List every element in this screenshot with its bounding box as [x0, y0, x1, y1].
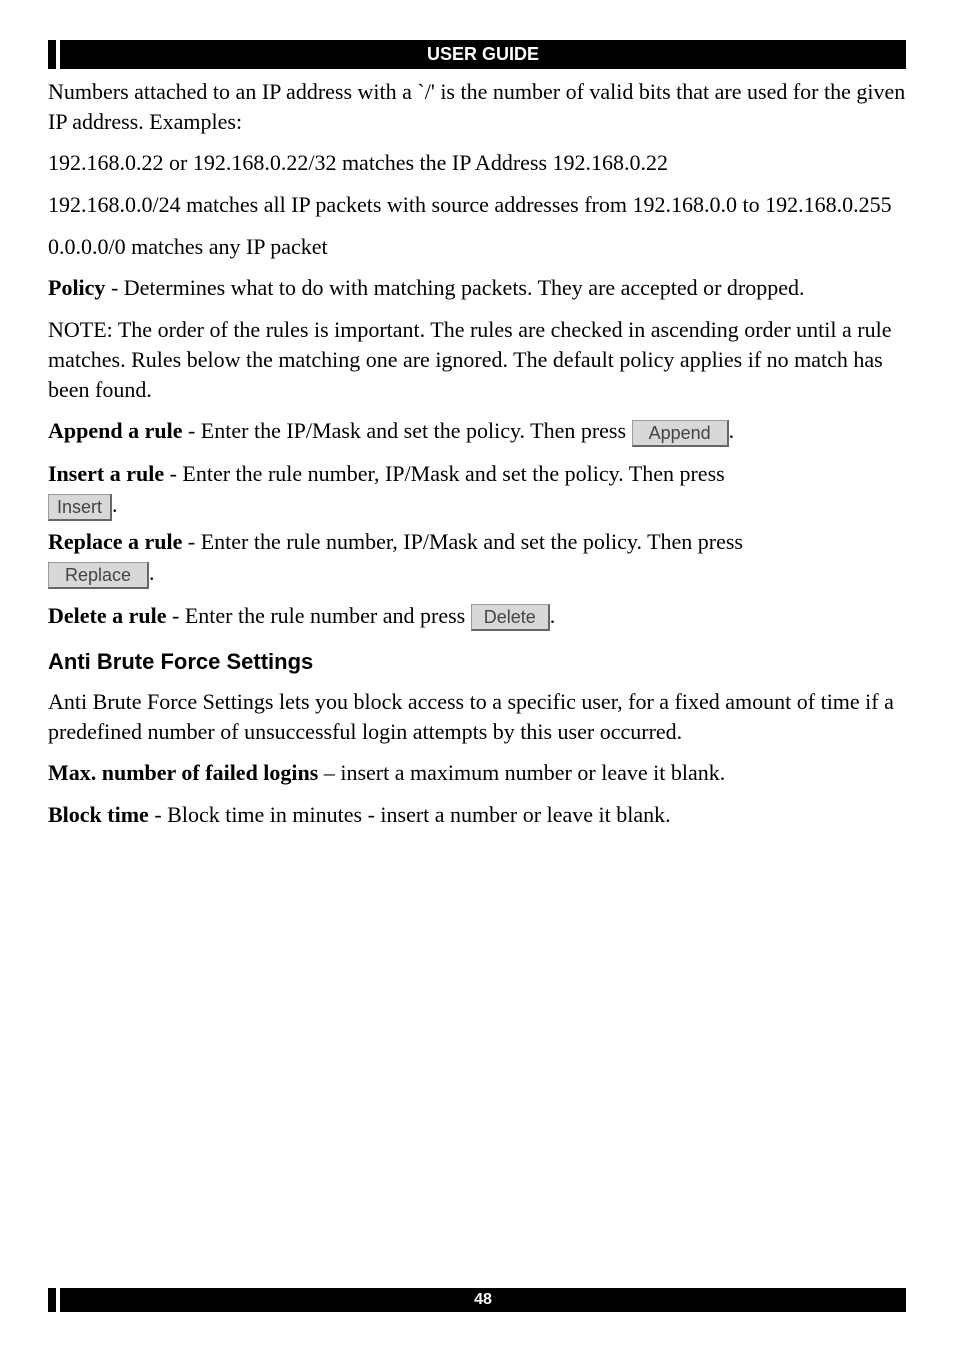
replace-button[interactable]: Replace — [48, 562, 149, 589]
max-failed-text: – insert a maximum number or leave it bl… — [318, 760, 725, 785]
policy-label: Policy — [48, 275, 105, 300]
paragraph-example-1: 192.168.0.22 or 192.168.0.22/32 matches … — [48, 148, 906, 178]
replace-rule-button-line: Replace. — [48, 558, 906, 588]
paragraph-valid-bits: Numbers attached to an IP address with a… — [48, 77, 906, 136]
paragraph-replace-rule: Replace a rule - Enter the rule number, … — [48, 527, 906, 557]
append-period: . — [729, 418, 735, 443]
insert-button[interactable]: Insert — [48, 494, 112, 521]
paragraph-example-3: 0.0.0.0/0 matches any IP packet — [48, 232, 906, 262]
paragraph-abf-intro: Anti Brute Force Settings lets you block… — [48, 687, 906, 746]
footer-bar: 48 — [48, 1288, 906, 1312]
delete-button[interactable]: Delete — [471, 604, 550, 631]
delete-rule-text: - Enter the rule number and press — [167, 603, 471, 628]
insert-period: . — [112, 492, 118, 517]
replace-rule-text: - Enter the rule number, IP/Mask and set… — [182, 529, 743, 554]
page-content: Numbers attached to an IP address with a… — [48, 77, 906, 830]
paragraph-policy: Policy - Determines what to do with matc… — [48, 273, 906, 303]
append-rule-label: Append a rule — [48, 418, 182, 443]
block-time-label: Block time — [48, 802, 149, 827]
paragraph-delete-rule: Delete a rule - Enter the rule number an… — [48, 601, 906, 631]
paragraph-insert-rule: Insert a rule - Enter the rule number, I… — [48, 459, 906, 489]
header-title: USER GUIDE — [60, 40, 906, 69]
header-edge — [48, 40, 56, 69]
delete-rule-label: Delete a rule — [48, 603, 167, 628]
replace-rule-label: Replace a rule — [48, 529, 182, 554]
max-failed-label: Max. number of failed logins — [48, 760, 318, 785]
footer-edge — [48, 1288, 56, 1312]
paragraph-max-failed: Max. number of failed logins – insert a … — [48, 758, 906, 788]
insert-rule-label: Insert a rule — [48, 461, 164, 486]
delete-period: . — [550, 603, 556, 628]
replace-period: . — [149, 560, 155, 585]
append-button[interactable]: Append — [632, 420, 729, 447]
header-bar: USER GUIDE — [48, 40, 906, 69]
append-rule-text: - Enter the IP/Mask and set the policy. … — [182, 418, 631, 443]
page-number: 48 — [60, 1288, 906, 1312]
paragraph-note: NOTE: The order of the rules is importan… — [48, 315, 906, 404]
block-time-text: - Block time in minutes - insert a numbe… — [149, 802, 671, 827]
paragraph-block-time: Block time - Block time in minutes - ins… — [48, 800, 906, 830]
policy-text: - Determines what to do with matching pa… — [105, 275, 804, 300]
anti-brute-force-heading: Anti Brute Force Settings — [48, 647, 906, 677]
paragraph-example-2: 192.168.0.0/24 matches all IP packets wi… — [48, 190, 906, 220]
insert-rule-text: - Enter the rule number, IP/Mask and set… — [164, 461, 725, 486]
insert-rule-button-line: Insert. — [48, 490, 906, 520]
paragraph-append-rule: Append a rule - Enter the IP/Mask and se… — [48, 416, 906, 446]
